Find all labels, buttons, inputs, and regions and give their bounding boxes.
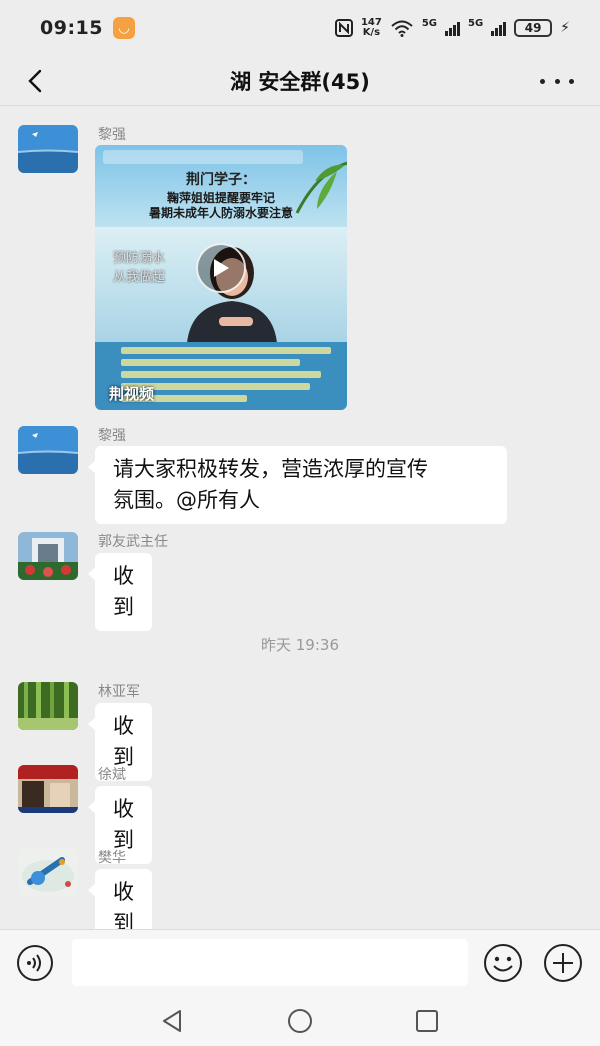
play-button[interactable] [196, 243, 246, 293]
battery-level: 49 [524, 21, 542, 35]
net-speed: 147 K/s [361, 18, 382, 38]
message-text-line1: 请大家积极转发，营造浓厚的宣传 [113, 457, 428, 481]
video-title-line3: 暑期未成年人防溺水要注意 [148, 206, 293, 220]
video-slogan-line1: 预防溺水 [113, 251, 166, 266]
sender-name: 黎强 [98, 428, 126, 444]
sender-name: 徐斌 [98, 767, 126, 783]
status-indicators: 147 K/s 5G 5G 49 ⚡ [334, 18, 570, 38]
tip-line [121, 347, 331, 354]
wifi-icon [391, 20, 413, 37]
status-time: 09:15 [40, 17, 103, 39]
avatar[interactable] [18, 532, 78, 580]
battery-indicator: 49 [514, 19, 553, 37]
sender-name: 樊华 [98, 850, 126, 866]
message-text: 收到 [113, 880, 134, 935]
nav-recents-icon [416, 1010, 438, 1032]
video-brand: 荆视频 [109, 385, 155, 403]
video-slogan: 预防溺水 从我做起 [113, 249, 165, 287]
signal-icon-1 [444, 20, 460, 36]
avatar[interactable] [18, 848, 78, 896]
play-icon [214, 259, 229, 277]
avatar[interactable] [18, 765, 78, 813]
nfc-icon [334, 19, 353, 37]
video-title-line2: 鞠萍姐姐提醒要牢记 [166, 191, 275, 205]
chat-title: 湖 安全群(45) [230, 69, 370, 94]
sender-name: 黎强 [98, 127, 126, 143]
video-title-lines: 鞠萍姐姐提醒要牢记 暑期未成年人防溺水要注意 [95, 191, 347, 221]
time-separator: 昨天 19:36 [261, 636, 339, 654]
signal-icon-2 [491, 20, 507, 36]
message-input[interactable] [72, 939, 468, 986]
net-type-2: 5G [467, 18, 484, 29]
avatar[interactable] [18, 125, 78, 173]
message-text-line2: 氛围。@所有人 [113, 488, 260, 512]
nav-recents-button[interactable] [412, 1007, 442, 1035]
message-text: 收到 [113, 564, 134, 619]
net-type-1: 5G [421, 18, 437, 29]
net-speed-unit: K/s [362, 27, 381, 38]
app-notification-icon: ◡ [112, 17, 135, 39]
nav-home-button[interactable] [285, 1007, 315, 1035]
plus-button[interactable] [543, 943, 583, 983]
message-text: 收到 [113, 797, 134, 852]
more-dot [569, 78, 574, 84]
nav-home-icon [288, 1009, 312, 1033]
status-bar: 09:15 ◡ 147 K/s 5G 5G 49 ⚡ [0, 0, 600, 56]
sender-name: 林亚军 [98, 684, 140, 700]
back-button[interactable] [20, 64, 50, 98]
avatar[interactable] [18, 682, 78, 730]
nav-back-icon [163, 1010, 181, 1032]
tip-line [121, 371, 321, 378]
sender-name: 郭友武主任 [98, 534, 168, 550]
charging-icon: ⚡ [560, 20, 570, 36]
message-bubble[interactable]: 收到 [88, 553, 152, 631]
video-slogan-line2: 从我做起 [113, 270, 166, 285]
input-bar [0, 929, 600, 995]
system-nav-bar [0, 995, 600, 1046]
message-bubble[interactable]: 请大家积极转发，营造浓厚的宣传 氛围。@所有人 [88, 446, 507, 524]
video-title-line1: 荆门学子： [186, 172, 256, 188]
video-logo-bar [103, 150, 303, 164]
plus-icon [544, 944, 582, 982]
voice-icon [17, 945, 53, 981]
more-button[interactable] [540, 66, 574, 96]
more-dots-icon [540, 78, 545, 84]
message-text: 收到 [113, 714, 134, 769]
more-dot [554, 78, 560, 84]
tip-line [121, 359, 300, 366]
voice-button[interactable] [16, 944, 54, 982]
emoji-button[interactable] [483, 943, 523, 983]
avatar[interactable] [18, 426, 78, 474]
back-arrow-icon [28, 69, 42, 93]
emoji-icon [484, 944, 522, 982]
nav-back-button[interactable] [158, 1007, 188, 1035]
video-card[interactable]: 荆门学子： 鞠萍姐姐提醒要牢记 暑期未成年人防溺水要注意 预防溺水 从我做起 荆… [95, 145, 347, 410]
chat-header: 湖 安全群(45) [0, 56, 600, 106]
